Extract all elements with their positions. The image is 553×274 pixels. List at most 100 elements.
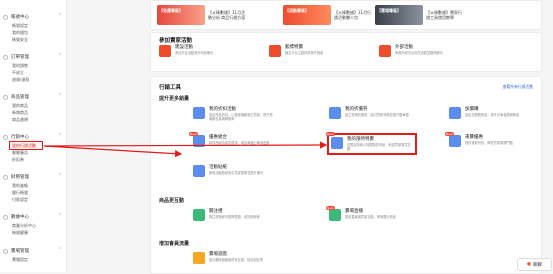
banner-image[interactable]: 【免運專區】 bbox=[157, 5, 205, 25]
sidebar-section-title[interactable]: 數據中心 bbox=[11, 214, 29, 220]
sidebar-section-title[interactable]: 商品管理 bbox=[11, 94, 29, 100]
sidebar-item[interactable]: 我的商品 bbox=[0, 102, 66, 109]
tool-item[interactable]: 優惠組合 將商品組合設定優惠，增加單筆訂單商品數 bbox=[193, 135, 275, 147]
flash-sale-tool[interactable]: 我的限時特賣 在限定時段以特價販售商品，刺激買家購買意願 bbox=[327, 133, 417, 155]
flash-sale-icon bbox=[331, 137, 343, 149]
follow-icon bbox=[193, 209, 205, 221]
see-all-marketing-link[interactable]: 查看所有行銷活動 bbox=[503, 84, 533, 90]
marketing-icon bbox=[3, 134, 8, 140]
order-icon bbox=[3, 54, 8, 60]
marketing-tools-title: 行銷工具 bbox=[159, 85, 182, 91]
banner-text[interactable]: 【乂棒數據】11月活動分析 商品行銷方案 bbox=[208, 10, 246, 20]
sidebar-item[interactable]: 新增商品 bbox=[0, 109, 66, 116]
section-heading: 提升更多銷量 bbox=[159, 96, 190, 102]
shop-icon bbox=[3, 248, 8, 254]
sidebar-section-orders: 訂單管理 ⌃ 我的銷售 不成立 退貨/退款 bbox=[0, 52, 66, 83]
tool-desc: 設定商品折扣，以優惠價格吸引買家，提升賣場銷售量與轉換率 bbox=[209, 113, 273, 121]
sidebar-item[interactable]: 銀行帳號 bbox=[0, 189, 66, 196]
sidebar-item[interactable]: 帳號健康 bbox=[0, 229, 66, 236]
chevron-up-icon[interactable]: ⌃ bbox=[58, 13, 62, 19]
sidebar-item[interactable]: 折扣券 bbox=[0, 156, 66, 163]
activities-title: 參加賣家活動 bbox=[159, 38, 193, 44]
sidebar-item[interactable]: 退貨/退款 bbox=[0, 76, 66, 83]
tool-desc: 提供運費折抵，降低買家購物門檻 bbox=[465, 141, 513, 145]
sidebar-section-shop: 賣場管理 ⌃ 賣場設定 bbox=[0, 246, 66, 263]
activity-item[interactable]: 外部活動 參與外部平台合作活動並獲得曝光 bbox=[379, 45, 461, 57]
sidebar-section-title[interactable]: 訂單管理 bbox=[11, 54, 29, 60]
tool-item[interactable]: 運費優惠 提供運費折抵，降低買家購物門檻 bbox=[449, 135, 531, 147]
voucher-icon bbox=[329, 107, 341, 119]
tool-desc: 在限定時段以特價販售商品，刺激買家購買意願 bbox=[347, 143, 411, 151]
finance-icon bbox=[3, 174, 8, 180]
promotion-icon bbox=[159, 45, 171, 57]
chevron-up-icon[interactable]: ⌃ bbox=[58, 93, 62, 99]
section-heading: 增加會員流量 bbox=[159, 241, 190, 247]
chevron-up-icon[interactable]: ⌃ bbox=[58, 173, 62, 179]
new-badge: New bbox=[326, 132, 335, 136]
sale-icon bbox=[269, 45, 281, 57]
sticker-icon bbox=[193, 165, 205, 177]
sidebar-item[interactable]: 商業分析中心 bbox=[0, 222, 66, 229]
chat-button[interactable]: ● 聊聊 bbox=[517, 258, 552, 271]
tool-item[interactable]: 活動貼紙 使用活動貼紙吸引買家點擊並提升曝光 bbox=[193, 165, 275, 177]
data-icon bbox=[3, 214, 8, 220]
activity-desc: 報名平台主題特賣提升銷量 bbox=[285, 51, 324, 55]
tool-desc: 將商品組合設定優惠，增加單筆訂單商品數 bbox=[209, 141, 270, 145]
live-icon bbox=[329, 209, 341, 221]
new-badge: New bbox=[445, 132, 454, 136]
sidebar-item[interactable]: 帳號安全 bbox=[0, 36, 66, 43]
sidebar-item[interactable]: 帳號設定 bbox=[0, 22, 66, 29]
tool-desc: 關注賣場即可獲得優惠，增加粉絲數 bbox=[209, 215, 260, 219]
sidebar-section-title[interactable]: 行銷中心 bbox=[11, 134, 29, 140]
marketing-tools-card: 行銷工具 查看所有行銷活動 提升更多銷量 我的折扣活動 設定商品折扣，以優惠價格吸… bbox=[150, 76, 542, 274]
sidebar-section-title[interactable]: 財務管理 bbox=[11, 174, 29, 180]
chat-icon: ● bbox=[527, 262, 531, 267]
section-heading: 商品更互動 bbox=[159, 198, 185, 204]
external-icon bbox=[379, 45, 391, 57]
banner-image[interactable]: 【賣場專區】 bbox=[375, 5, 423, 25]
sidebar-item[interactable]: 付款設定 bbox=[0, 196, 66, 203]
sidebar-section-title[interactable]: 賣場管理 bbox=[11, 248, 29, 254]
tool-item[interactable]: 關注禮 關注賣場即可獲得優惠，增加粉絲數 bbox=[193, 209, 275, 221]
chevron-up-icon[interactable]: ⌃ bbox=[58, 133, 62, 139]
account-icon bbox=[3, 14, 8, 20]
game-icon bbox=[193, 252, 205, 264]
chevron-up-icon[interactable]: ⌃ bbox=[58, 213, 62, 219]
banner-text[interactable]: 【乂棒數據】賣家行銷工具使用教學 bbox=[426, 10, 464, 20]
addon-icon bbox=[449, 107, 461, 119]
tool-item[interactable]: 賣場直播 透過直播與買家互動，即時展示商品 bbox=[329, 209, 411, 221]
sidebar-item[interactable]: 賣場設定 bbox=[0, 256, 66, 263]
banner-text[interactable]: 【乂棒數據】11月行銷活動懶人包 bbox=[334, 10, 372, 20]
activity-desc: 參與外部平台合作活動並獲得曝光 bbox=[395, 51, 443, 55]
banner-image-title: 【活動專區】 bbox=[285, 8, 309, 13]
chevron-up-icon[interactable]: ⌃ bbox=[58, 53, 62, 59]
banner-item[interactable]: 【賣場專區】 【乂棒數據】賣家行銷工具使用教學 bbox=[375, 5, 464, 25]
sidebar-section-data: 數據中心 ⌃ 商業分析中心 帳號健康 bbox=[0, 212, 66, 236]
sidebar-item[interactable]: 我的進帳 bbox=[0, 182, 66, 189]
banner-item[interactable]: 【免運專區】 【乂棒數據】11月活動分析 商品行銷方案 bbox=[157, 5, 246, 25]
tool-item[interactable]: 我的折價券 建立賣場折價券，吸引買家消費並提升客單價 bbox=[329, 107, 411, 119]
sidebar-section-finance: 財務管理 ⌃ 我的進帳 銀行帳號 付款設定 bbox=[0, 172, 66, 203]
sidebar-section-title[interactable]: 帳號中心 bbox=[11, 14, 29, 20]
tool-desc: 設計趣味遊戲與買家互動，增加回訪率 bbox=[209, 258, 264, 262]
banner-item[interactable]: 【活動專區】 【乂棒數據】11月行銷活動懶人包 bbox=[283, 5, 372, 25]
new-badge: New bbox=[326, 206, 335, 210]
banner-image[interactable]: 【活動專區】 bbox=[283, 5, 331, 25]
shipping-icon bbox=[449, 135, 461, 147]
sidebar-item[interactable]: 我的銷售 bbox=[0, 62, 66, 69]
activity-item[interactable]: 藍標特賣 報名平台主題特賣提升銷量 bbox=[269, 45, 351, 57]
tool-desc: 使用活動貼紙吸引買家點擊並提升曝光 bbox=[209, 171, 264, 175]
activity-item[interactable]: 建設活動 參加平台活動提升商品曝光 bbox=[159, 45, 241, 57]
tool-item[interactable]: 加價購 設定加價購商品，提升訂單金額與銷量 bbox=[449, 107, 531, 119]
banner-image-title: 【免運專區】 bbox=[159, 8, 183, 13]
chevron-up-icon[interactable]: ⌃ bbox=[58, 247, 62, 253]
tool-item[interactable]: 賣場遊戲 設計趣味遊戲與買家互動，增加回訪率 bbox=[193, 252, 275, 264]
tool-desc: 設定加價購商品，提升訂單金額與銷量 bbox=[465, 113, 520, 117]
banner-card: 【免運專區】 【乂棒數據】11月活動分析 商品行銷方案 【活動專區】 【乂棒數據… bbox=[150, 0, 542, 30]
tool-item[interactable]: 我的折扣活動 設定商品折扣，以優惠價格吸引買家，提升賣場銷售量與轉換率 bbox=[193, 107, 275, 121]
sidebar-item[interactable]: 聊聊廣告 bbox=[0, 149, 66, 156]
sidebar-item-marketing-campaigns[interactable]: 我的行銷活動 bbox=[9, 141, 43, 150]
sidebar-item[interactable]: 我的錢包 bbox=[0, 29, 66, 36]
sidebar-item[interactable]: 不成立 bbox=[0, 69, 66, 76]
sidebar-item[interactable]: 商品違規 bbox=[0, 116, 66, 123]
